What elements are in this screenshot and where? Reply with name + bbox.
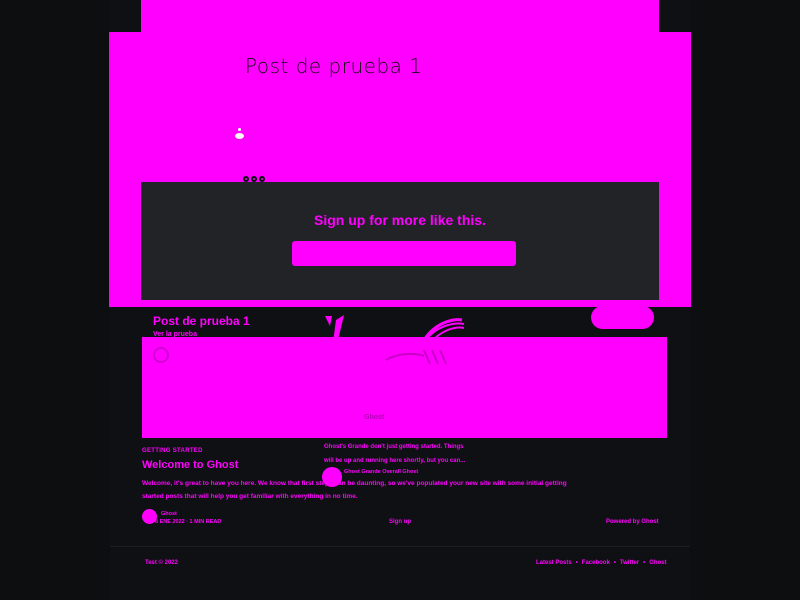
subscribe-button[interactable]	[591, 306, 654, 329]
side-post-line: Ghost's Grande don't just getting starte…	[324, 444, 464, 450]
top-banner	[141, 0, 659, 32]
footer-divider	[110, 546, 690, 547]
signup-button[interactable]	[292, 241, 516, 266]
side-post-excerpt: Ghost's Grande don't just getting starte…	[324, 440, 465, 468]
author-name[interactable]: Ghost	[161, 511, 177, 517]
side-post-avatar	[322, 467, 342, 487]
side-post-byline[interactable]: Ghost Grande Overall Ghost	[344, 469, 418, 475]
signup-box: Sign up for more like this.	[141, 182, 659, 300]
featured-avatar	[153, 347, 169, 363]
signup-heading: Sign up for more like this.	[314, 212, 486, 228]
footer-nav-latest[interactable]: Latest Posts	[536, 560, 572, 566]
footer-nav: Latest Posts • Facebook • Twitter • Ghost	[536, 560, 667, 566]
footer-copyright: Test © 2022	[145, 560, 178, 566]
article-meta: 8 ENE 2022 · 1 MIN READ	[155, 519, 222, 525]
article-excerpt: Welcome, it's great to have you here. We…	[142, 480, 567, 500]
footer-nav-ghost[interactable]: Ghost	[649, 560, 666, 566]
person-icon	[235, 128, 244, 140]
hero-title: Post de prueba 1	[245, 54, 423, 78]
article-tag[interactable]: GETTING STARTED	[142, 448, 203, 454]
featured-post-title[interactable]: Post de prueba 1	[153, 314, 250, 328]
feature-brush-icon	[385, 349, 447, 365]
article-title[interactable]: Welcome to Ghost	[142, 459, 238, 471]
featured-card-label: Ghost	[364, 414, 385, 421]
footer-signup-link[interactable]: Sign up	[389, 519, 411, 525]
powered-by-link[interactable]: Powered by Ghost	[606, 519, 659, 525]
side-post-line: will be up and running here shortly, but…	[324, 458, 466, 464]
footer-nav-facebook[interactable]: Facebook	[582, 560, 610, 566]
footer-nav-twitter[interactable]: Twitter	[620, 560, 639, 566]
